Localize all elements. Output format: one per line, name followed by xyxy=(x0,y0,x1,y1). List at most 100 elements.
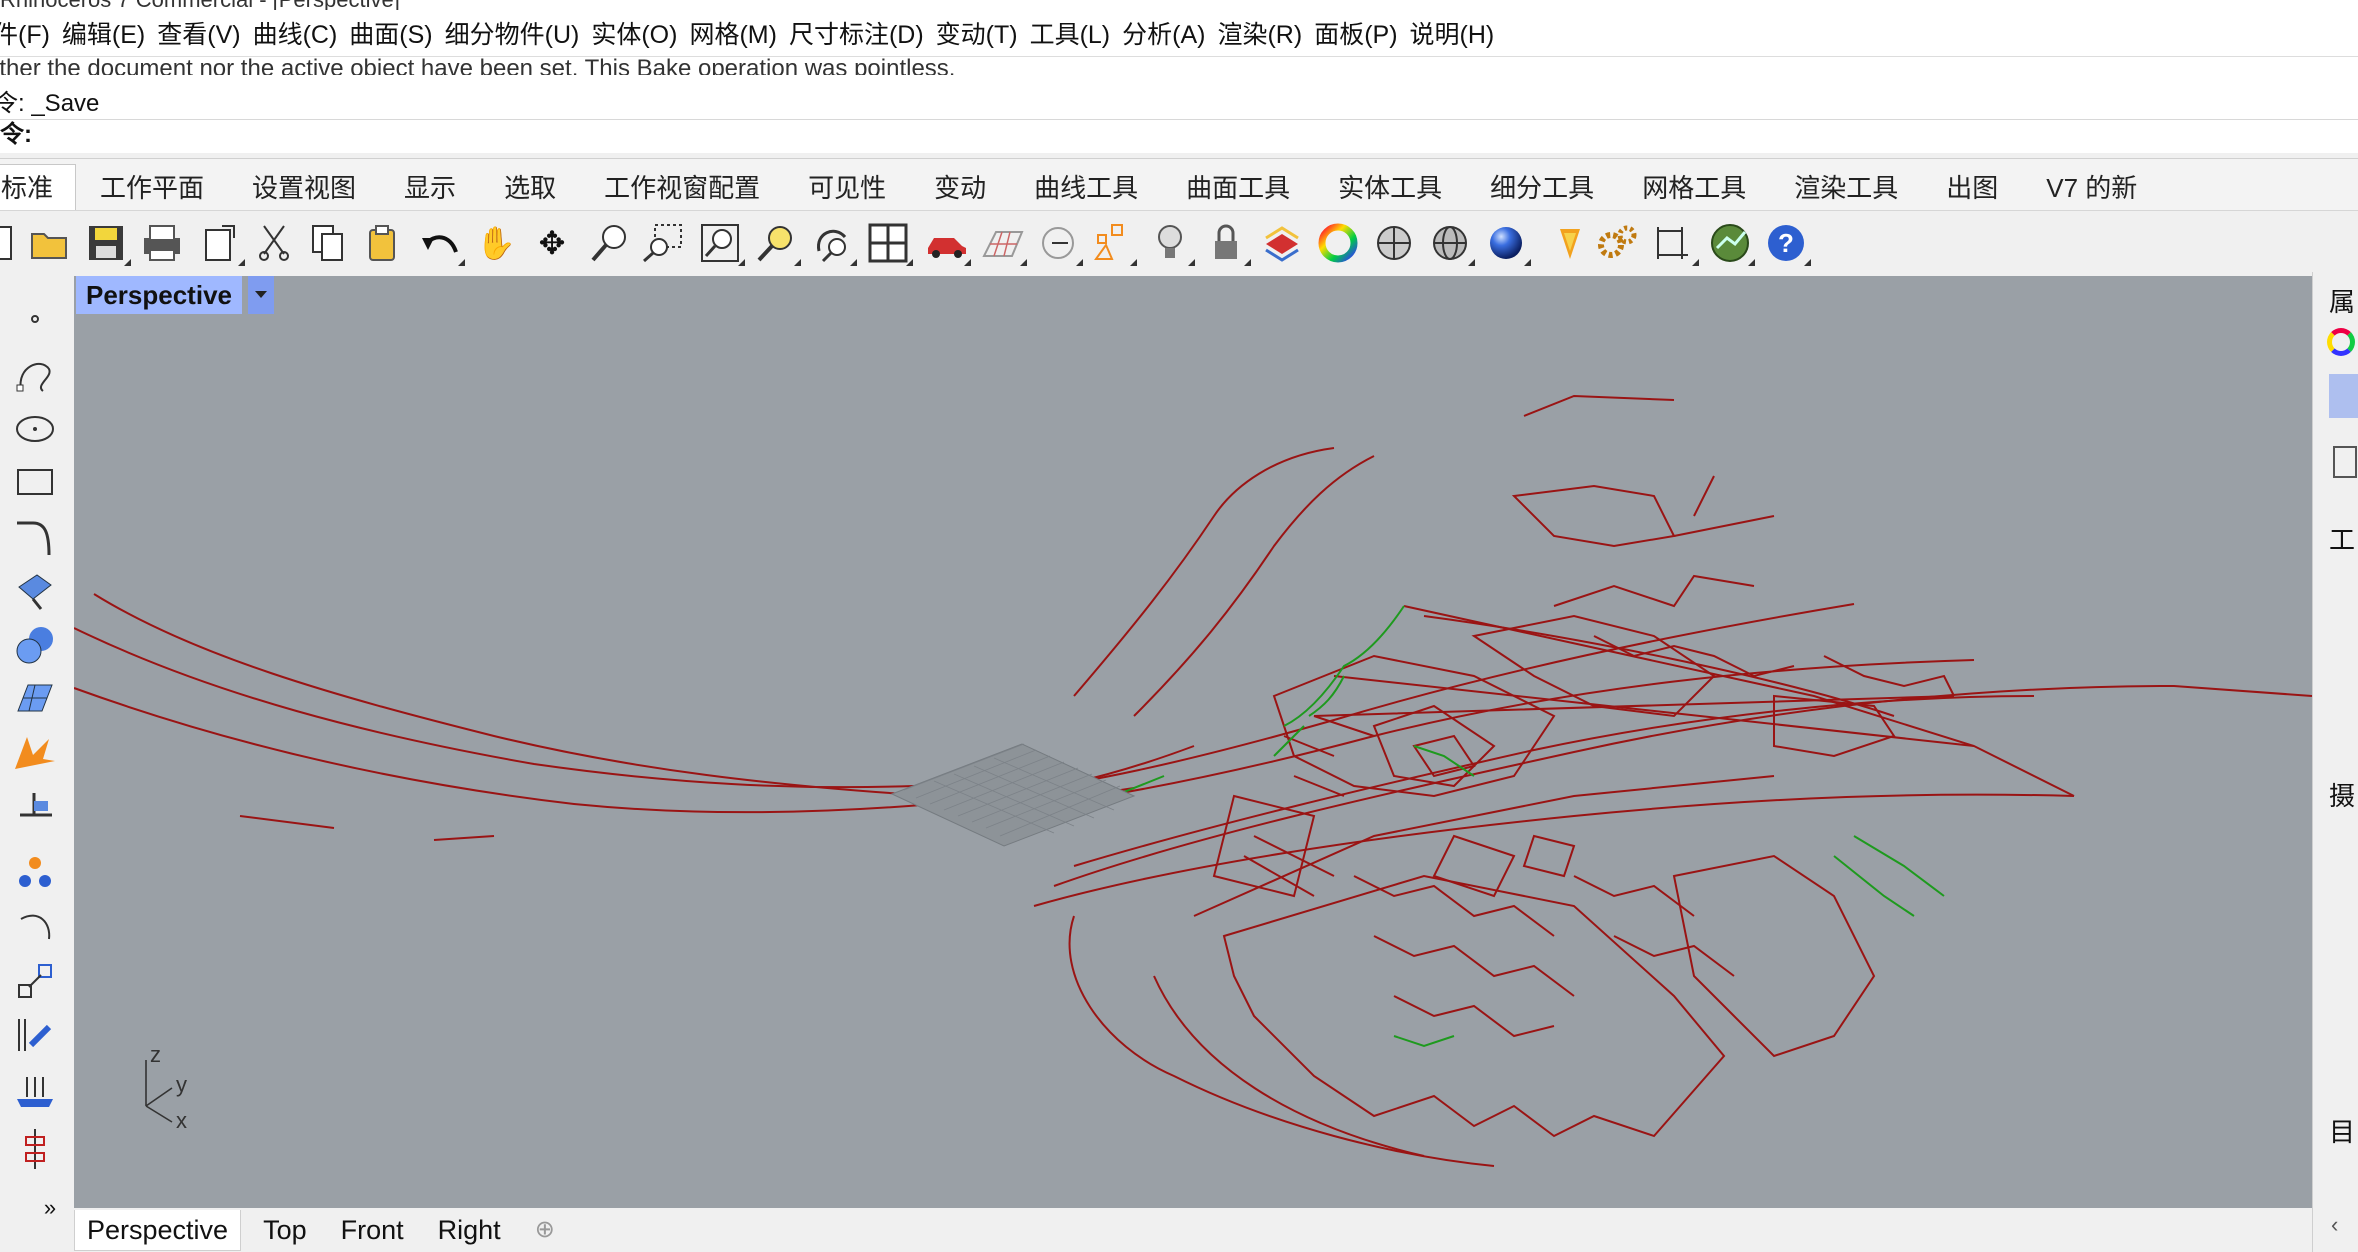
viewport-menu-button[interactable] xyxy=(248,276,274,314)
pan-icon[interactable]: ✋ xyxy=(474,221,518,265)
point-icon[interactable] xyxy=(10,296,60,342)
tab-standard[interactable]: 标准 xyxy=(0,164,77,211)
tab-transform[interactable]: 变动 xyxy=(910,165,1010,211)
text-icon[interactable] xyxy=(10,1066,60,1112)
sphere-render-icon[interactable] xyxy=(1484,221,1531,266)
tab-curve-tools[interactable]: 曲线工具 xyxy=(1010,165,1162,211)
menu-dimension[interactable]: 尺寸标注(D) xyxy=(782,15,931,51)
object-properties-icon[interactable] xyxy=(2329,374,2358,418)
copy-icon[interactable] xyxy=(306,221,350,265)
light-icon[interactable] xyxy=(1148,221,1195,266)
zoom-selected-icon[interactable] xyxy=(754,221,801,266)
sphere-wire-icon[interactable] xyxy=(1372,221,1416,265)
menu-edit[interactable]: 编辑(E) xyxy=(55,15,152,51)
menu-panels[interactable]: 面板(P) xyxy=(1307,15,1404,51)
curve-icon[interactable] xyxy=(10,352,60,398)
menu-help[interactable]: 说明(H) xyxy=(1403,15,1502,51)
color-wheel-icon[interactable] xyxy=(1316,221,1360,265)
rectangle-icon[interactable] xyxy=(10,460,60,506)
layer-panel-icon[interactable] xyxy=(2333,446,2357,478)
explode-icon[interactable] xyxy=(10,730,60,776)
layer-icon[interactable] xyxy=(1260,221,1304,265)
tab-viewport-layout[interactable]: 工作视窗配置 xyxy=(580,165,784,211)
properties-panel: 属 工 摄 目 ‹ xyxy=(2312,272,2358,1252)
surface-icon[interactable] xyxy=(10,568,60,614)
add-tab-icon[interactable]: ⊕ xyxy=(523,1210,567,1250)
command-prompt[interactable]: 令: xyxy=(0,119,2358,152)
tab-cplanes[interactable]: 工作平面 xyxy=(76,165,228,211)
plane-icon[interactable] xyxy=(10,784,60,830)
dimension-icon[interactable] xyxy=(10,1012,60,1058)
tab-front[interactable]: Front xyxy=(329,1210,416,1250)
menu-transform[interactable]: 变动(T) xyxy=(929,15,1025,51)
tab-set-view[interactable]: 设置视图 xyxy=(228,165,380,211)
grid-icon[interactable] xyxy=(980,221,1027,266)
tab-select[interactable]: 选取 xyxy=(480,165,580,211)
tab-solid-tools[interactable]: 实体工具 xyxy=(1314,165,1466,211)
globe-icon[interactable] xyxy=(1708,221,1755,266)
tab-mesh-tools[interactable]: 网格工具 xyxy=(1618,165,1770,211)
tab-visibility[interactable]: 可见性 xyxy=(784,165,910,211)
gumball-icon[interactable] xyxy=(1090,221,1137,266)
undo-view-icon[interactable] xyxy=(810,221,857,266)
paste-icon[interactable] xyxy=(360,221,404,265)
new-icon[interactable] xyxy=(0,221,22,265)
svg-text:?: ? xyxy=(1778,228,1794,258)
menu-surface[interactable]: 曲面(S) xyxy=(342,15,439,51)
menu-view[interactable]: 查看(V) xyxy=(150,15,247,51)
tab-right[interactable]: Right xyxy=(426,1210,513,1250)
panel-label-properties[interactable]: 属 xyxy=(2329,282,2355,319)
tab-perspective[interactable]: Perspective xyxy=(74,1209,242,1251)
gear-icon[interactable] xyxy=(1594,221,1638,265)
toolbar-tabs: 标准 工作平面 设置视图 显示 选取 工作视窗配置 可见性 变动 曲线工具 曲面… xyxy=(0,158,2358,211)
height-icon[interactable] xyxy=(10,1126,60,1172)
lock-icon[interactable] xyxy=(1204,221,1251,266)
grasshopper-icon[interactable] xyxy=(1548,221,1592,265)
cut-icon[interactable] xyxy=(252,221,296,265)
menu-mesh[interactable]: 网格(M) xyxy=(682,15,783,51)
tab-display[interactable]: 显示 xyxy=(380,165,480,211)
zoom-window-icon[interactable] xyxy=(640,221,684,265)
help-icon[interactable]: ? xyxy=(1764,221,1811,266)
tab-subd-tools[interactable]: 细分工具 xyxy=(1466,165,1618,211)
osnap-icon[interactable] xyxy=(1036,221,1083,266)
mesh-icon[interactable] xyxy=(10,676,60,722)
tab-drafting[interactable]: 出图 xyxy=(1922,165,2022,211)
menu-analyze[interactable]: 分析(A) xyxy=(1115,15,1212,51)
menu-solid[interactable]: 实体(O) xyxy=(584,15,684,51)
solid-icon[interactable] xyxy=(10,622,60,668)
undo-icon[interactable] xyxy=(418,221,465,266)
rotate-view-icon[interactable]: ✥ xyxy=(530,221,574,265)
chevron-left-icon[interactable]: ‹ xyxy=(2331,1212,2338,1238)
car-icon[interactable] xyxy=(924,221,971,266)
zoom-icon[interactable] xyxy=(588,221,632,265)
array-icon[interactable] xyxy=(10,850,60,896)
tab-new-in-v7[interactable]: V7 的新 xyxy=(2022,165,2161,211)
dimension-icon[interactable] xyxy=(1652,221,1699,266)
menu-curve[interactable]: 曲线(C) xyxy=(246,15,345,51)
zoom-extents-icon[interactable] xyxy=(698,221,745,266)
menu-subd[interactable]: 细分物件(U) xyxy=(438,15,587,51)
menu-render[interactable]: 渲染(R) xyxy=(1210,15,1309,51)
fillet-icon[interactable] xyxy=(10,514,60,560)
menu-file[interactable]: 件(F) xyxy=(0,15,57,51)
four-view-icon[interactable] xyxy=(866,221,913,266)
tab-render-tools[interactable]: 渲染工具 xyxy=(1770,165,1922,211)
sphere-shaded-icon[interactable] xyxy=(1428,221,1475,266)
open-icon[interactable] xyxy=(28,221,72,265)
panel-label-target: 目 xyxy=(2329,1117,2356,1147)
perspective-viewport[interactable]: Perspective z y x xyxy=(74,276,2312,1208)
command-history-line: ither the document nor the active object… xyxy=(0,55,956,75)
import-icon[interactable] xyxy=(198,221,245,266)
save-icon[interactable] xyxy=(84,221,131,266)
tab-top[interactable]: Top xyxy=(251,1210,319,1250)
arc-icon[interactable] xyxy=(10,904,60,950)
circle-icon[interactable] xyxy=(10,406,60,452)
color-wheel-icon[interactable] xyxy=(2327,328,2355,356)
scale-icon[interactable] xyxy=(10,958,60,1004)
menu-tools[interactable]: 工具(L) xyxy=(1023,15,1118,51)
viewport-title[interactable]: Perspective xyxy=(76,276,242,314)
more-icon[interactable]: » xyxy=(40,1195,60,1220)
print-icon[interactable] xyxy=(140,221,184,265)
tab-surface-tools[interactable]: 曲面工具 xyxy=(1162,165,1314,211)
